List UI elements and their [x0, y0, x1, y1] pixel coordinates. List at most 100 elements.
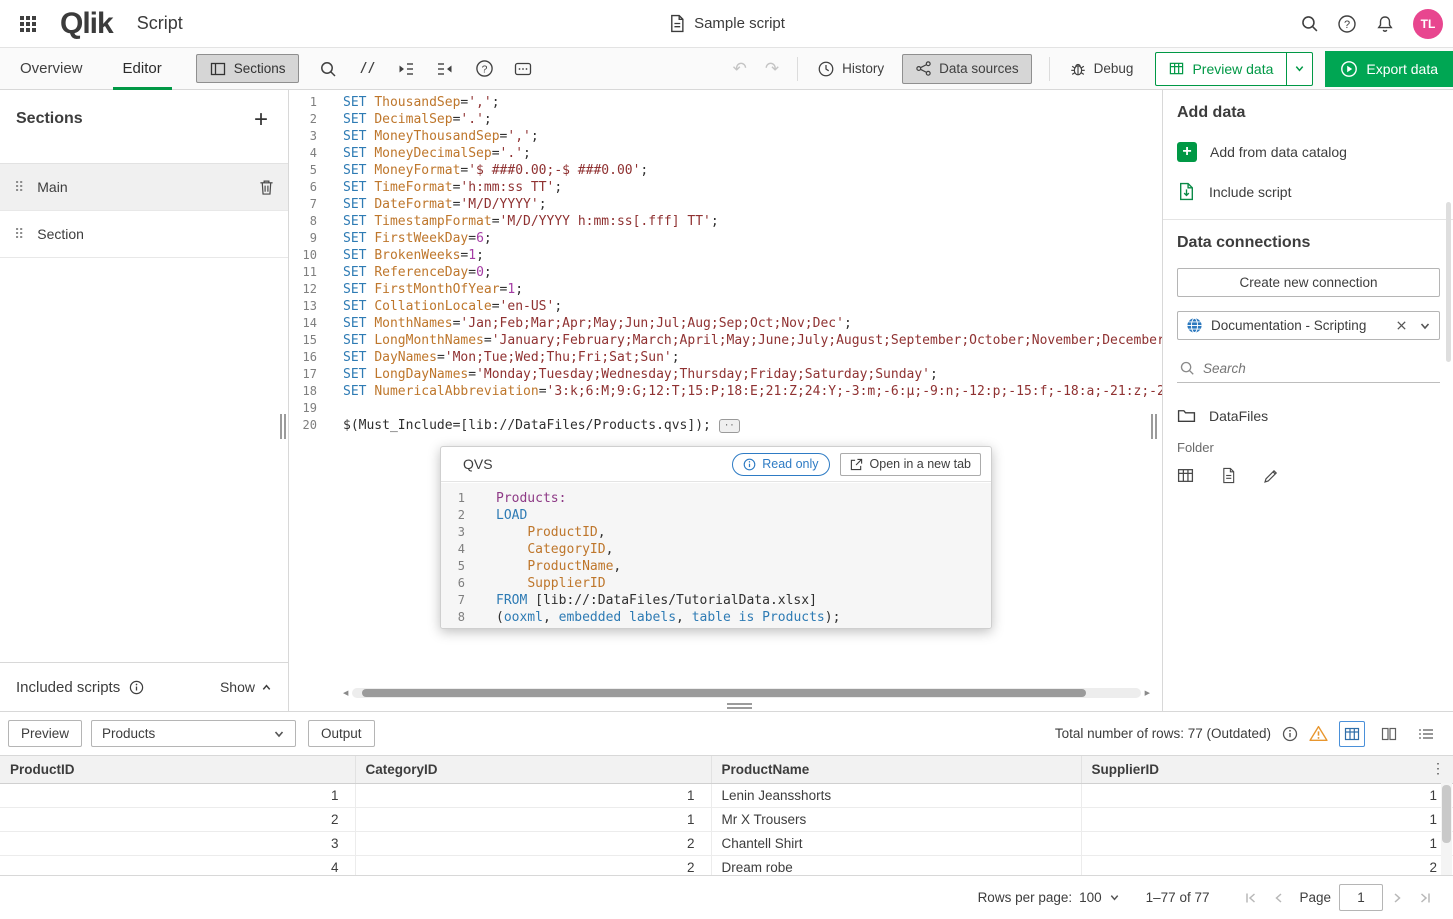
delete-section-icon[interactable] — [259, 179, 274, 196]
insert-script-button[interactable] — [1221, 467, 1236, 484]
scroll-right-arrow[interactable]: ▶ — [1145, 690, 1150, 697]
show-included-scripts-button[interactable]: Show — [220, 679, 272, 695]
previous-page-button[interactable] — [1272, 891, 1286, 905]
add-from-catalog-button[interactable]: + Add from data catalog — [1177, 142, 1439, 162]
code-line[interactable]: 6 SupplierID — [441, 575, 991, 592]
script-editor[interactable]: 1SET ThousandSep=',';2SET DecimalSep='.'… — [289, 90, 1162, 711]
drag-handle-icon[interactable]: ⠿ — [14, 226, 24, 243]
info-icon[interactable] — [1282, 726, 1298, 742]
code-line[interactable]: 8(ooxml, embedded labels, table is Produ… — [441, 609, 991, 626]
include-script-button[interactable]: Include script — [1177, 182, 1439, 201]
code-line[interactable]: 7FROM [lib://:DataFiles/TutorialData.xls… — [441, 592, 991, 609]
code-line[interactable]: 2SET DecimalSep='.'; — [289, 111, 1162, 128]
panel-resize-handle[interactable] — [1151, 414, 1157, 439]
code-line[interactable]: 20$(Must_Include=[lib://DataFiles/Produc… — [289, 417, 1162, 434]
search-input[interactable] — [1203, 361, 1438, 376]
redo-button[interactable]: ↷ — [765, 60, 779, 77]
info-icon[interactable] — [129, 680, 144, 695]
column-header-categoryid[interactable]: CategoryID — [355, 756, 711, 783]
preview-resize-handle[interactable] — [727, 703, 752, 709]
add-section-button[interactable]: + — [254, 110, 268, 130]
code-line[interactable]: 14SET MonthNames='Jan;Feb;Mar;Apr;May;Ju… — [289, 315, 1162, 332]
code-line[interactable]: 4 CategoryID, — [441, 541, 991, 558]
column-header-productname[interactable]: ProductName — [711, 756, 1081, 783]
open-new-tab-button[interactable]: Open in a new tab — [840, 453, 981, 476]
help-button[interactable]: ? — [1331, 8, 1363, 40]
output-tab-button[interactable]: Output — [308, 720, 375, 747]
scroll-left-arrow[interactable]: ◀ — [343, 690, 348, 697]
sidebar-section-main[interactable]: ⠿Main — [0, 164, 288, 211]
hints-button[interactable] — [510, 56, 536, 82]
code-line[interactable]: 3 ProductID, — [441, 524, 991, 541]
code-line[interactable]: 2LOAD — [441, 507, 991, 524]
table-menu-button[interactable]: ⋮ — [1431, 761, 1445, 775]
avatar[interactable]: TL — [1413, 9, 1443, 39]
code-line[interactable]: 9SET FirstWeekDay=6; — [289, 230, 1162, 247]
notifications-button[interactable] — [1369, 8, 1401, 40]
debug-button[interactable]: Debug — [1059, 54, 1144, 84]
table-view-button[interactable] — [1339, 721, 1365, 747]
code-line[interactable]: 3SET MoneyThousandSep=','; — [289, 128, 1162, 145]
panel-scrollbar[interactable] — [1446, 202, 1451, 362]
syntax-help-button[interactable]: ? — [471, 56, 497, 82]
outdent-button[interactable] — [432, 56, 458, 82]
code-line[interactable]: 7SET DateFormat='M/D/YYYY'; — [289, 196, 1162, 213]
code-area[interactable]: 1SET ThousandSep=',';2SET DecimalSep='.'… — [289, 94, 1162, 434]
last-page-button[interactable] — [1418, 891, 1432, 905]
code-line[interactable]: 1Products: — [441, 490, 991, 507]
tab-overview[interactable]: Overview — [0, 48, 103, 90]
column-header-supplierid[interactable]: SupplierID — [1081, 756, 1453, 783]
sidebar-resize-handle[interactable] — [280, 414, 286, 439]
export-data-button[interactable]: Export data — [1325, 51, 1453, 87]
first-page-button[interactable] — [1244, 891, 1258, 905]
preview-mode-button[interactable]: Preview — [8, 720, 82, 747]
edit-connection-button[interactable] — [1263, 467, 1279, 484]
code-line[interactable]: 16SET DayNames='Mon;Tue;Wed;Thu;Fri;Sat;… — [289, 349, 1162, 366]
scrollbar-thumb[interactable] — [362, 689, 1085, 697]
card-view-button[interactable] — [1376, 721, 1402, 747]
code-line[interactable]: 4SET MoneyDecimalSep='.'; — [289, 145, 1162, 162]
preview-data-button[interactable]: Preview data — [1155, 52, 1287, 86]
sidebar-section-section[interactable]: ⠿Section — [0, 211, 288, 258]
select-data-button[interactable] — [1177, 467, 1194, 484]
page-number-input[interactable] — [1339, 884, 1383, 911]
undo-button[interactable]: ↶ — [733, 60, 747, 77]
column-header-productid[interactable]: ProductID — [0, 756, 355, 783]
code-line[interactable]: 12SET FirstMonthOfYear=1; — [289, 281, 1162, 298]
code-line[interactable]: 17SET LongDayNames='Monday;Tuesday;Wedne… — [289, 366, 1162, 383]
code-line[interactable]: 8SET TimestampFormat='M/D/YYYY h:mm:ss[.… — [289, 213, 1162, 230]
list-view-button[interactable] — [1413, 721, 1439, 747]
sections-toggle-button[interactable]: Sections — [196, 54, 300, 83]
code-line[interactable]: 13SET CollationLocale='en-US'; — [289, 298, 1162, 315]
code-line[interactable]: 18SET NumericalAbbreviation='3:k;6:M;9:G… — [289, 383, 1162, 400]
history-button[interactable]: History — [807, 54, 894, 84]
tab-editor[interactable]: Editor — [103, 48, 182, 90]
code-line[interactable]: 1SET ThousandSep=','; — [289, 94, 1162, 111]
table-row[interactable]: 42Dream robe2 — [0, 855, 1453, 876]
table-row[interactable]: 21Mr X Trousers1 — [0, 807, 1453, 831]
preview-data-menu-button[interactable] — [1286, 52, 1313, 86]
document-title[interactable]: Sample script — [694, 15, 785, 32]
app-launcher-button[interactable] — [12, 8, 44, 40]
include-expand-icon[interactable]: ·· — [719, 419, 740, 433]
data-sources-toggle-button[interactable]: Data sources — [902, 54, 1032, 84]
scrollbar-thumb[interactable] — [1442, 785, 1451, 843]
chevron-down-icon[interactable] — [1419, 320, 1431, 332]
code-line[interactable]: 11SET ReferenceDay=0; — [289, 264, 1162, 281]
comment-button[interactable]: // — [354, 56, 380, 82]
code-line[interactable]: 5 ProductName, — [441, 558, 991, 575]
clear-connection-button[interactable] — [1396, 320, 1407, 331]
table-row[interactable]: 32Chantell Shirt1 — [0, 831, 1453, 855]
code-line[interactable]: 15SET LongMonthNames='January;February;M… — [289, 332, 1162, 349]
next-page-button[interactable] — [1390, 891, 1404, 905]
table-row[interactable]: 11Lenin Jeansshorts1 — [0, 783, 1453, 807]
rows-per-page-select[interactable]: Rows per page: 100 — [978, 890, 1120, 905]
code-line[interactable]: 10SET BrokenWeeks=1; — [289, 247, 1162, 264]
table-scrollbar[interactable]: ▼ — [1441, 783, 1452, 887]
global-search-button[interactable] — [1293, 8, 1325, 40]
drag-handle-icon[interactable]: ⠿ — [14, 179, 24, 196]
code-line[interactable]: 6SET TimeFormat='h:mm:ss TT'; — [289, 179, 1162, 196]
connection-select[interactable]: Documentation - Scripting — [1177, 311, 1440, 340]
find-replace-button[interactable] — [315, 56, 341, 82]
connection-item-datafiles[interactable]: DataFiles — [1177, 407, 1439, 424]
